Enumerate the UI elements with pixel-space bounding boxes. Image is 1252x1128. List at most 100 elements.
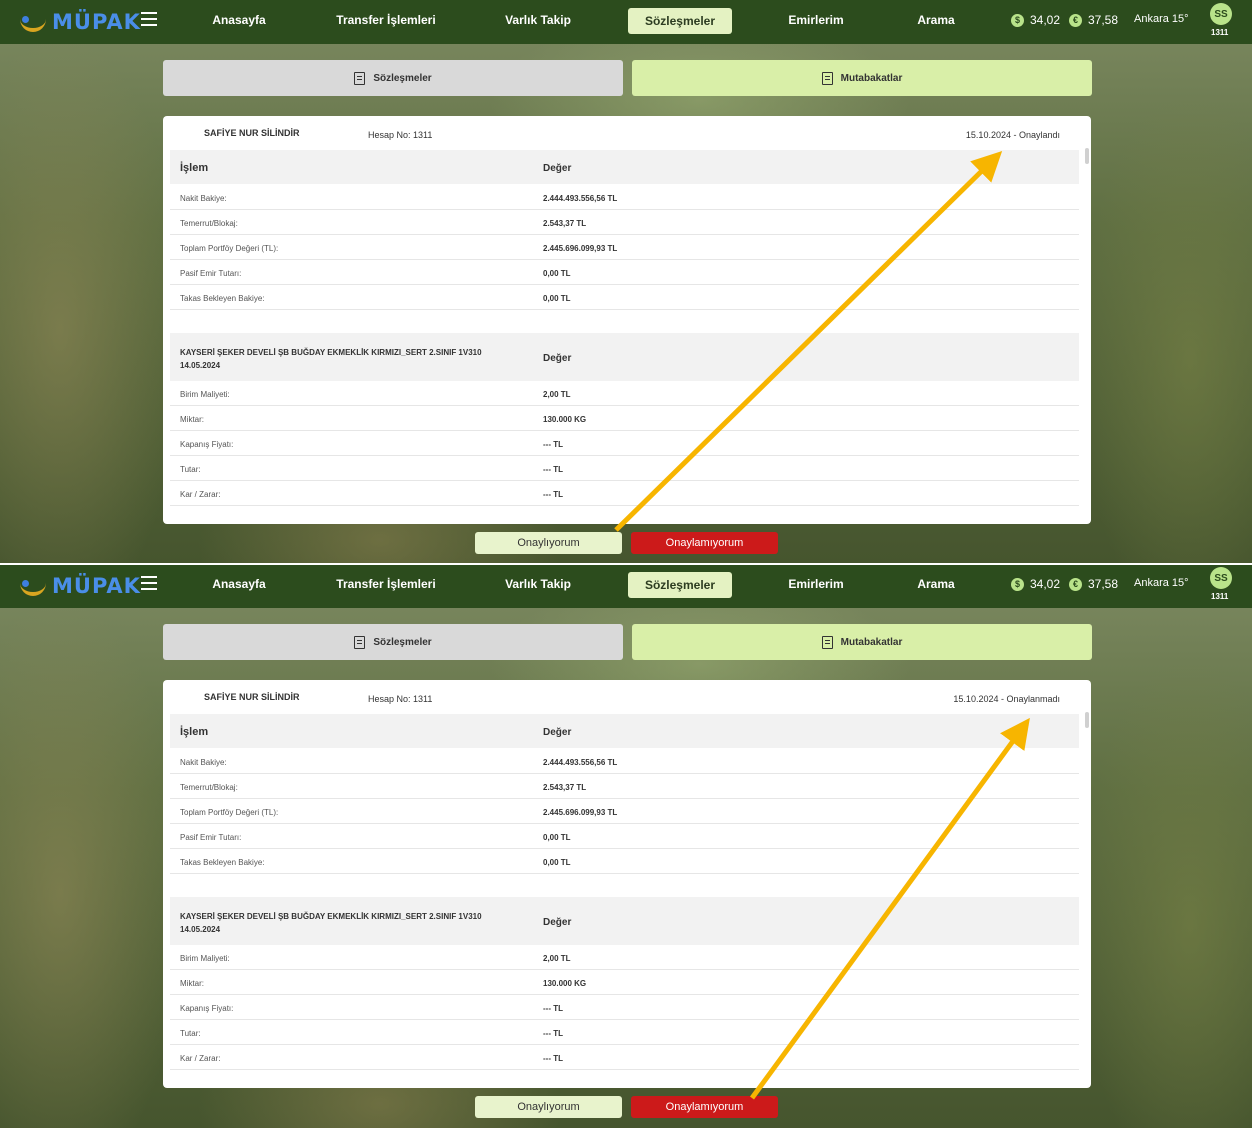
nav-transfer-islemleri[interactable]: Transfer İşlemleri [336,13,436,27]
product-name: KAYSERİ ŞEKER DEVELİ ŞB BUĞDAY EKMEKLİK … [180,910,482,936]
row-value: --- TL [543,440,563,449]
row-label: Kar / Zarar: [180,1054,221,1063]
nav-transfer-islemleri[interactable]: Transfer İşlemleri [336,577,436,591]
section-header-summary: İşlem Değer [170,150,1079,184]
user-avatar[interactable]: SS [1210,3,1232,25]
tab-mutabakatlar-label: Mutabakatlar [840,72,903,84]
user-avatar[interactable]: SS [1210,567,1232,589]
usd-rate: $ 34,02 [1011,577,1060,591]
row-label: Toplam Portföy Değeri (TL): [180,808,279,817]
table-row: Kapanış Fiyatı: --- TL [170,431,1079,456]
weather-info: Ankara 15° [1134,13,1189,25]
document-icon [354,635,366,649]
row-label: Tutar: [180,465,201,474]
row-label: Toplam Portföy Değeri (TL): [180,244,279,253]
row-label: Temerrut/Blokaj: [180,219,238,228]
nav-arama[interactable]: Arama [914,577,958,591]
row-value: 2.444.493.556,56 TL [543,758,618,767]
dollar-icon: $ [1011,577,1024,591]
approve-button[interactable]: Onaylıyorum [475,532,622,554]
row-value: --- TL [543,465,563,474]
nav-emirlerim[interactable]: Emirlerim [786,577,846,591]
scrollbar[interactable] [1085,712,1089,728]
row-value: 2,00 TL [543,954,571,963]
hamburger-menu-icon[interactable] [141,576,157,590]
table-row: Kar / Zarar: --- TL [170,481,1079,506]
nav-sozlesmeler[interactable]: Sözleşmeler [628,572,732,598]
table-row: Miktar: 130.000 KG [170,406,1079,431]
row-value: --- TL [543,490,563,499]
table-row: Miktar: 130.000 KG [170,970,1079,995]
table-row: Temerrut/Blokaj: 2.543,37 TL [170,774,1079,799]
nav-emirlerim[interactable]: Emirlerim [786,13,846,27]
hamburger-menu-icon[interactable] [141,12,157,26]
row-value: 130.000 KG [543,979,587,988]
tab-sozlesmeler[interactable]: Sözleşmeler [163,60,623,96]
row-value: 0,00 TL [543,858,571,867]
row-value: 2.444.493.556,56 TL [543,194,618,203]
logo-text: MÜPAK [52,10,141,34]
table-row: Takas Bekleyen Bakiye: 0,00 TL [170,849,1079,874]
nav-sozlesmeler[interactable]: Sözleşmeler [628,8,732,34]
tab-sozlesmeler[interactable]: Sözleşmeler [163,624,623,660]
table-row: Birim Maliyeti: 2,00 TL [170,381,1079,406]
row-value: 0,00 TL [543,269,571,278]
mupak-logo[interactable]: MÜPAK [20,573,141,599]
column-header-deger: Değer [543,163,572,174]
screenshot-divider [0,563,1252,565]
row-label: Kapanış Fiyatı: [180,440,234,449]
section-header-product: KAYSERİ ŞEKER DEVELİ ŞB BUĞDAY EKMEKLİK … [170,897,1079,945]
user-id-label: 1311 [1211,592,1229,601]
document-icon [821,635,833,649]
scrollbar[interactable] [1085,148,1089,164]
nav-arama[interactable]: Arama [914,13,958,27]
document-icon [821,71,833,85]
document-icon [354,71,366,85]
table-row: Kar / Zarar: --- TL [170,1045,1079,1070]
nav-anasayfa[interactable]: Anasayfa [208,577,270,591]
euro-icon: € [1069,13,1082,27]
nav-varlik-takip[interactable]: Varlık Takip [502,13,574,27]
row-label: Birim Maliyeti: [180,390,230,399]
table-row: Birim Maliyeti: 2,00 TL [170,945,1079,970]
row-value: 0,00 TL [543,294,571,303]
tab-mutabakatlar-label: Mutabakatlar [840,636,903,648]
product-date: 14.05.2024 [180,925,221,934]
reject-button[interactable]: Onaylamıyorum [631,532,778,554]
row-label: Kapanış Fiyatı: [180,1004,234,1013]
card-header: SAFİYE NUR SİLİNDİR Hesap No: 1311 15.10… [163,116,1091,150]
column-header-deger: Değer [543,353,572,364]
logo-mark-icon [20,576,48,596]
row-label: Miktar: [180,979,204,988]
table-row: Kapanış Fiyatı: --- TL [170,995,1079,1020]
approve-button[interactable]: Onaylıyorum [475,1096,622,1118]
table-row: Pasif Emir Tutarı: 0,00 TL [170,824,1079,849]
tab-mutabakatlar[interactable]: Mutabakatlar [632,60,1092,96]
row-label: Tutar: [180,1029,201,1038]
table-row: Nakit Bakiye: 2.444.493.556,56 TL [170,185,1079,210]
table-row: Nakit Bakiye: 2.444.493.556,56 TL [170,749,1079,774]
top-navigation-bar: MÜPAK Anasayfa Transfer İşlemleri Varlık… [0,0,1252,44]
approval-status: 15.10.2024 - Onaylandı [965,130,1060,140]
table-row: Tutar: --- TL [170,456,1079,481]
section-header-product: KAYSERİ ŞEKER DEVELİ ŞB BUĞDAY EKMEKLİK … [170,333,1079,381]
row-value: --- TL [543,1004,563,1013]
reconciliation-card: SAFİYE NUR SİLİNDİR Hesap No: 1311 15.10… [163,680,1091,1088]
product-name: KAYSERİ ŞEKER DEVELİ ŞB BUĞDAY EKMEKLİK … [180,346,482,372]
row-label: Birim Maliyeti: [180,954,230,963]
row-label: Pasif Emir Tutarı: [180,269,242,278]
customer-name: SAFİYE NUR SİLİNDİR [204,692,300,702]
approval-status: 15.10.2024 - Onaylanmadı [953,694,1060,704]
reject-button[interactable]: Onaylamıyorum [631,1096,778,1118]
row-value: 0,00 TL [543,833,571,842]
product-title: KAYSERİ ŞEKER DEVELİ ŞB BUĞDAY EKMEKLİK … [180,912,482,921]
dollar-icon: $ [1011,13,1024,27]
mupak-logo[interactable]: MÜPAK [20,9,141,35]
logo-mark-icon [20,12,48,32]
row-label: Temerrut/Blokaj: [180,783,238,792]
eur-rate-value: 37,58 [1088,13,1119,27]
nav-varlik-takip[interactable]: Varlık Takip [502,577,574,591]
row-label: Nakit Bakiye: [180,758,227,767]
tab-mutabakatlar[interactable]: Mutabakatlar [632,624,1092,660]
nav-anasayfa[interactable]: Anasayfa [208,13,270,27]
